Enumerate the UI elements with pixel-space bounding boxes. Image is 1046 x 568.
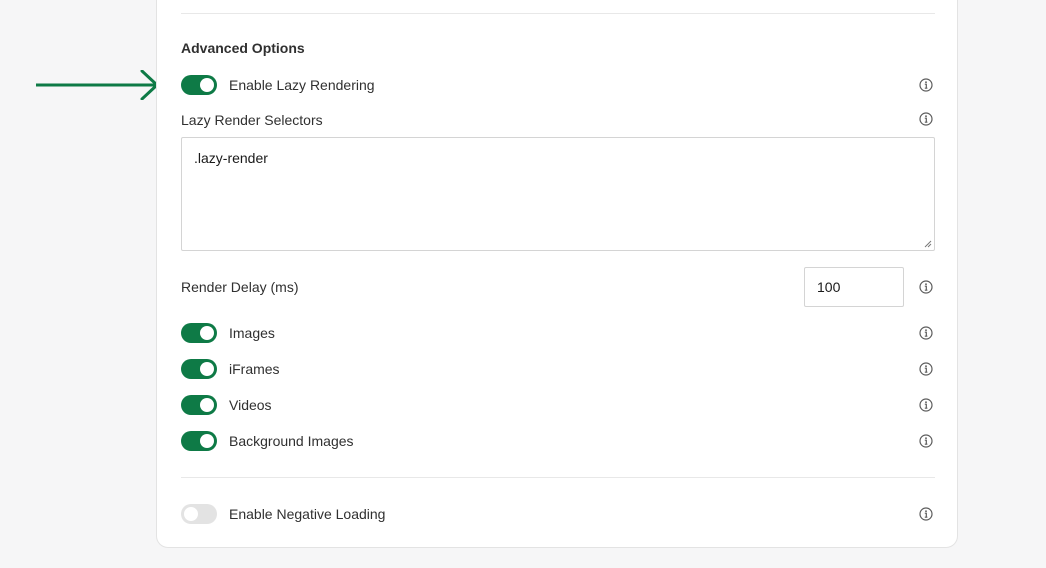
videos-toggle[interactable] [181, 395, 217, 415]
info-icon[interactable] [919, 434, 933, 448]
info-icon[interactable] [919, 507, 933, 521]
info-icon[interactable] [919, 362, 933, 376]
negative-loading-toggle[interactable] [181, 504, 217, 524]
iframes-label: iFrames [229, 361, 280, 377]
render-delay-input[interactable]: 100 [804, 267, 904, 307]
info-icon[interactable] [919, 398, 933, 412]
negative-loading-label: Enable Negative Loading [229, 506, 386, 522]
arrow-right-icon [36, 70, 159, 100]
background-images-label: Background Images [229, 433, 354, 449]
info-icon[interactable] [919, 326, 933, 340]
lazy-rendering-label: Enable Lazy Rendering [229, 77, 375, 93]
negative-loading-row: Enable Negative Loading [181, 503, 935, 525]
top-divider [181, 13, 935, 14]
background-images-row: Background Images [181, 430, 935, 452]
info-icon[interactable] [919, 280, 933, 294]
selectors-textarea[interactable]: .lazy-render [181, 137, 935, 251]
resize-grip-icon[interactable] [924, 240, 932, 248]
images-toggle[interactable] [181, 323, 217, 343]
images-label: Images [229, 325, 275, 341]
selectors-label: Lazy Render Selectors [181, 112, 323, 128]
render-delay-label: Render Delay (ms) [181, 279, 299, 295]
videos-label: Videos [229, 397, 272, 413]
iframes-toggle[interactable] [181, 359, 217, 379]
info-icon[interactable] [919, 112, 933, 126]
background-images-toggle[interactable] [181, 431, 217, 451]
videos-row: Videos [181, 394, 935, 416]
images-row: Images [181, 322, 935, 344]
section-title: Advanced Options [181, 40, 305, 56]
info-icon[interactable] [919, 78, 933, 92]
section-divider [181, 477, 935, 478]
lazy-rendering-toggle[interactable] [181, 75, 217, 95]
selectors-value: .lazy-render [194, 150, 268, 166]
lazy-rendering-row: Enable Lazy Rendering [181, 74, 935, 96]
iframes-row: iFrames [181, 358, 935, 380]
